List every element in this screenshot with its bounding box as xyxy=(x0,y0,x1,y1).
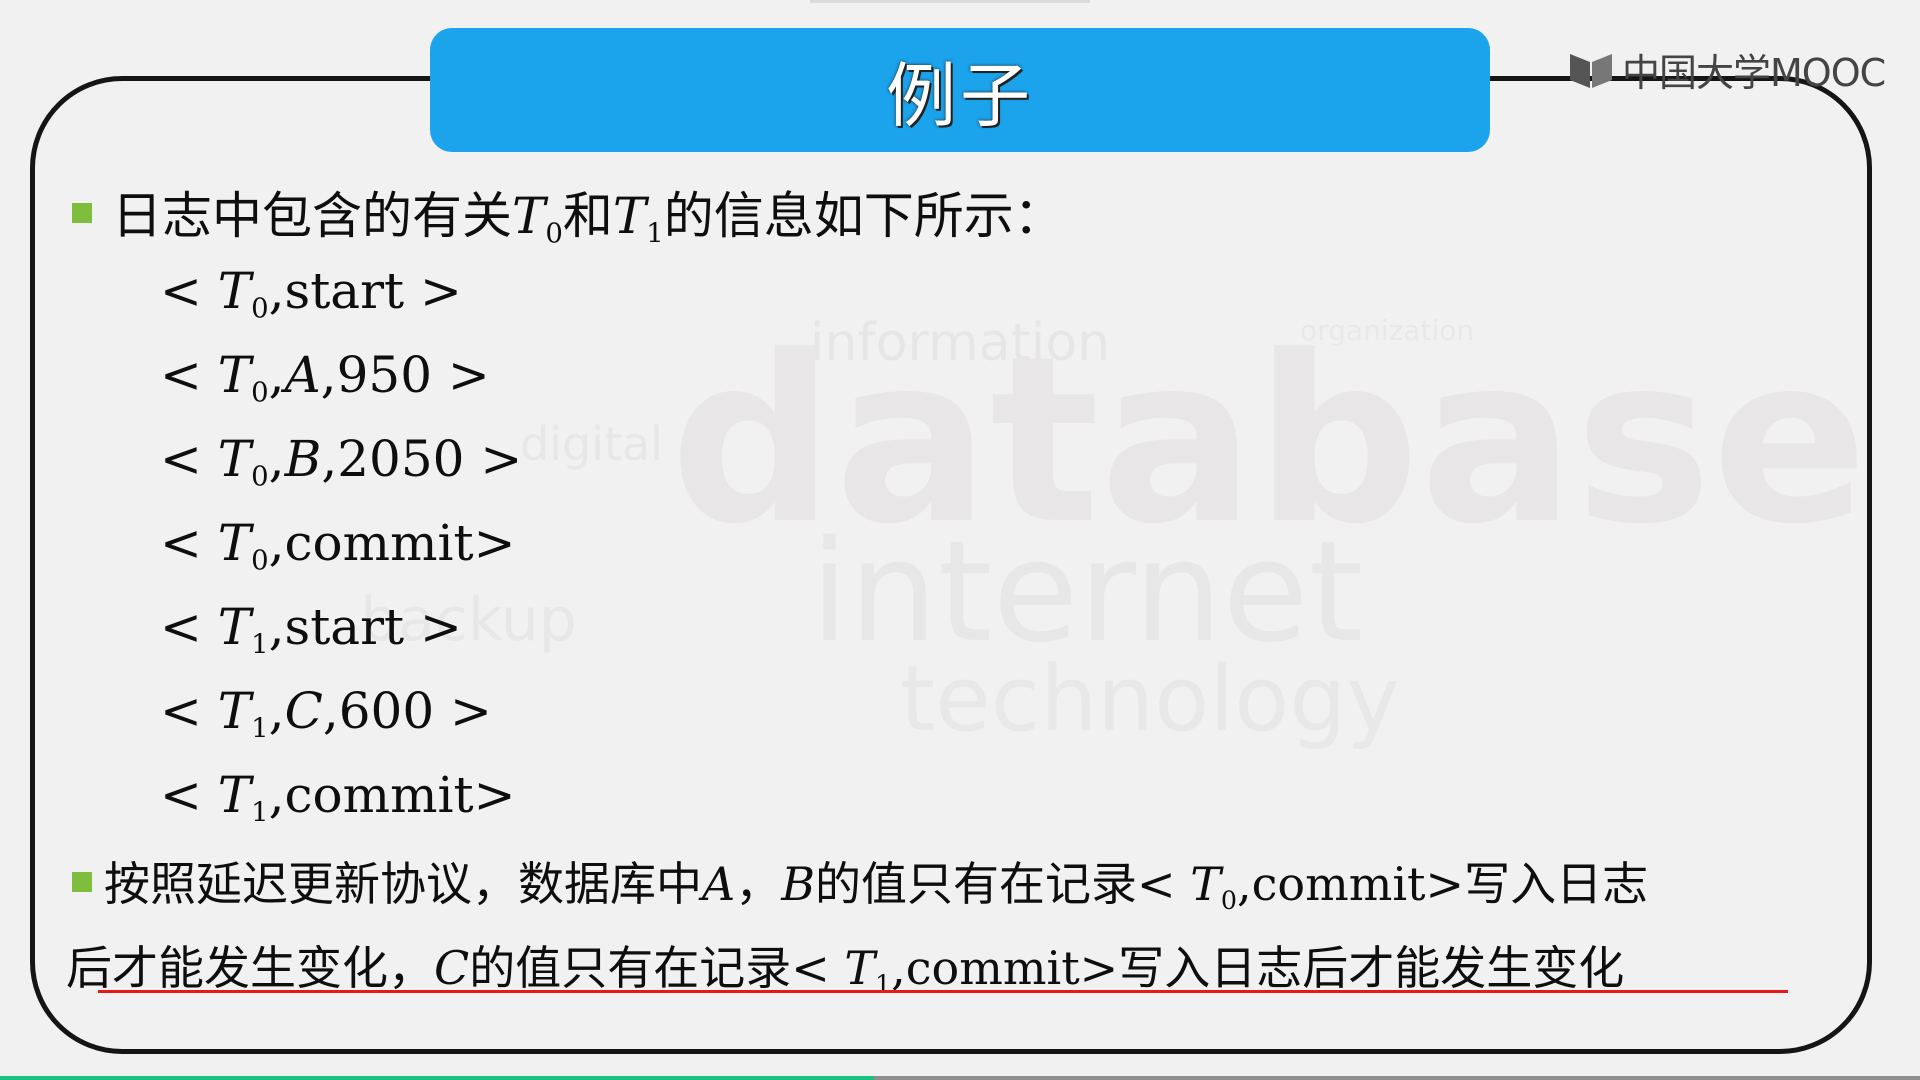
bullet-1-prefix: 日志中包含的有关 xyxy=(112,187,512,245)
log-rest: ,950 > xyxy=(320,346,490,404)
log-record-4: < T0,commit> xyxy=(160,514,515,577)
log-transaction: T xyxy=(217,346,252,404)
comma: ， xyxy=(735,857,782,911)
log-sep: , xyxy=(268,430,285,488)
log-record-7: < T1,commit> xyxy=(160,766,515,829)
log-transaction: T xyxy=(217,598,252,656)
record-rest: ,commit> xyxy=(1237,857,1465,911)
log-rest: ,commit> xyxy=(268,514,516,572)
record-transaction: T xyxy=(844,941,876,995)
log-record-3: < T0,B,2050 > xyxy=(160,430,522,493)
record-open: < xyxy=(1137,857,1191,911)
bullet-2-text-f: 写入日志后才能发生变化 xyxy=(1118,941,1625,995)
bullet-2-line-1: 按照延迟更新协议，数据库中A，B的值只有在记录< T0,commit>写入日志 xyxy=(104,848,1648,915)
log-record-2: < T0,A,950 > xyxy=(160,346,490,409)
log-item: C xyxy=(284,682,323,740)
log-rest: ,600 > xyxy=(322,682,492,740)
log-open: < xyxy=(160,682,218,740)
log-rest: ,commit> xyxy=(268,766,516,824)
log-subscript: 0 xyxy=(251,376,269,409)
log-record-6: < T1,C,600 > xyxy=(160,682,492,745)
log-subscript: 1 xyxy=(251,628,269,661)
bullet-1-suffix: 的信息如下所示： xyxy=(663,187,1064,245)
bullet-marker-2 xyxy=(72,872,92,892)
bullet-2-text-e: 的值只有在记录 xyxy=(469,941,792,995)
record-subscript: 1 xyxy=(875,969,892,999)
log-record-1: < T0,start > xyxy=(160,262,462,325)
top-strip xyxy=(810,0,1090,3)
log-open: < xyxy=(160,262,218,320)
log-rest: ,start > xyxy=(268,598,462,656)
item-a: A xyxy=(702,857,736,911)
item-b: B xyxy=(781,857,816,911)
t1-subscript: 1 xyxy=(646,217,664,250)
log-sep: , xyxy=(268,682,285,740)
brand-name: 中国大学MOOC xyxy=(1622,51,1886,95)
log-subscript: 0 xyxy=(251,460,269,493)
t0-subscript: 0 xyxy=(545,217,563,250)
title-banner: 例子 xyxy=(430,28,1490,152)
log-subscript: 0 xyxy=(251,544,269,577)
log-subscript: 1 xyxy=(251,796,269,829)
log-open: < xyxy=(160,346,218,404)
t0-symbol: T xyxy=(512,187,546,245)
log-transaction: T xyxy=(217,514,252,572)
bullet-marker-1 xyxy=(72,203,92,223)
annotation-underline xyxy=(98,990,1788,993)
record-subscript: 0 xyxy=(1220,885,1238,915)
record-open: < xyxy=(791,941,845,995)
t1-symbol: T xyxy=(612,187,647,245)
log-transaction: T xyxy=(217,766,252,824)
log-item: A xyxy=(284,346,321,404)
log-transaction: T xyxy=(217,682,252,740)
video-progress-fill[interactable] xyxy=(0,1076,874,1080)
bullet-2-line-2: 后才能发生变化，C的值只有在记录< T1,commit>写入日志后才能发生变化 xyxy=(66,932,1624,999)
log-record-5: < T1,start > xyxy=(160,598,462,661)
brand-logo: 中国大学MOOC xyxy=(1566,42,1886,97)
bullet-2-text-d: 后才能发生变化， xyxy=(66,941,434,995)
log-rest: ,start > xyxy=(268,262,462,320)
log-open: < xyxy=(160,430,218,488)
log-transaction: T xyxy=(217,430,252,488)
bullet-1-mid: 和 xyxy=(562,187,613,245)
log-item: B xyxy=(284,430,322,488)
bullet-2-text-c: 写入日志 xyxy=(1464,857,1649,911)
slide-title: 例子 xyxy=(886,54,1034,137)
bullet-2-text-b: 的值只有在记录 xyxy=(815,857,1138,911)
bullet-2-text-a: 按照延迟更新协议，数据库中 xyxy=(104,857,702,911)
log-rest: ,2050 > xyxy=(321,430,523,488)
log-sep: , xyxy=(268,346,285,404)
record-rest: ,commit> xyxy=(891,941,1119,995)
log-subscript: 1 xyxy=(251,712,269,745)
log-open: < xyxy=(160,598,218,656)
log-subscript: 0 xyxy=(251,292,269,325)
log-open: < xyxy=(160,514,218,572)
item-c: C xyxy=(434,941,470,995)
log-transaction: T xyxy=(217,262,252,320)
book-icon xyxy=(1570,53,1612,88)
bullet-1-text: 日志中包含的有关T0和T1的信息如下所示： xyxy=(112,176,1064,250)
log-open: < xyxy=(160,766,218,824)
record-transaction: T xyxy=(1190,857,1221,911)
